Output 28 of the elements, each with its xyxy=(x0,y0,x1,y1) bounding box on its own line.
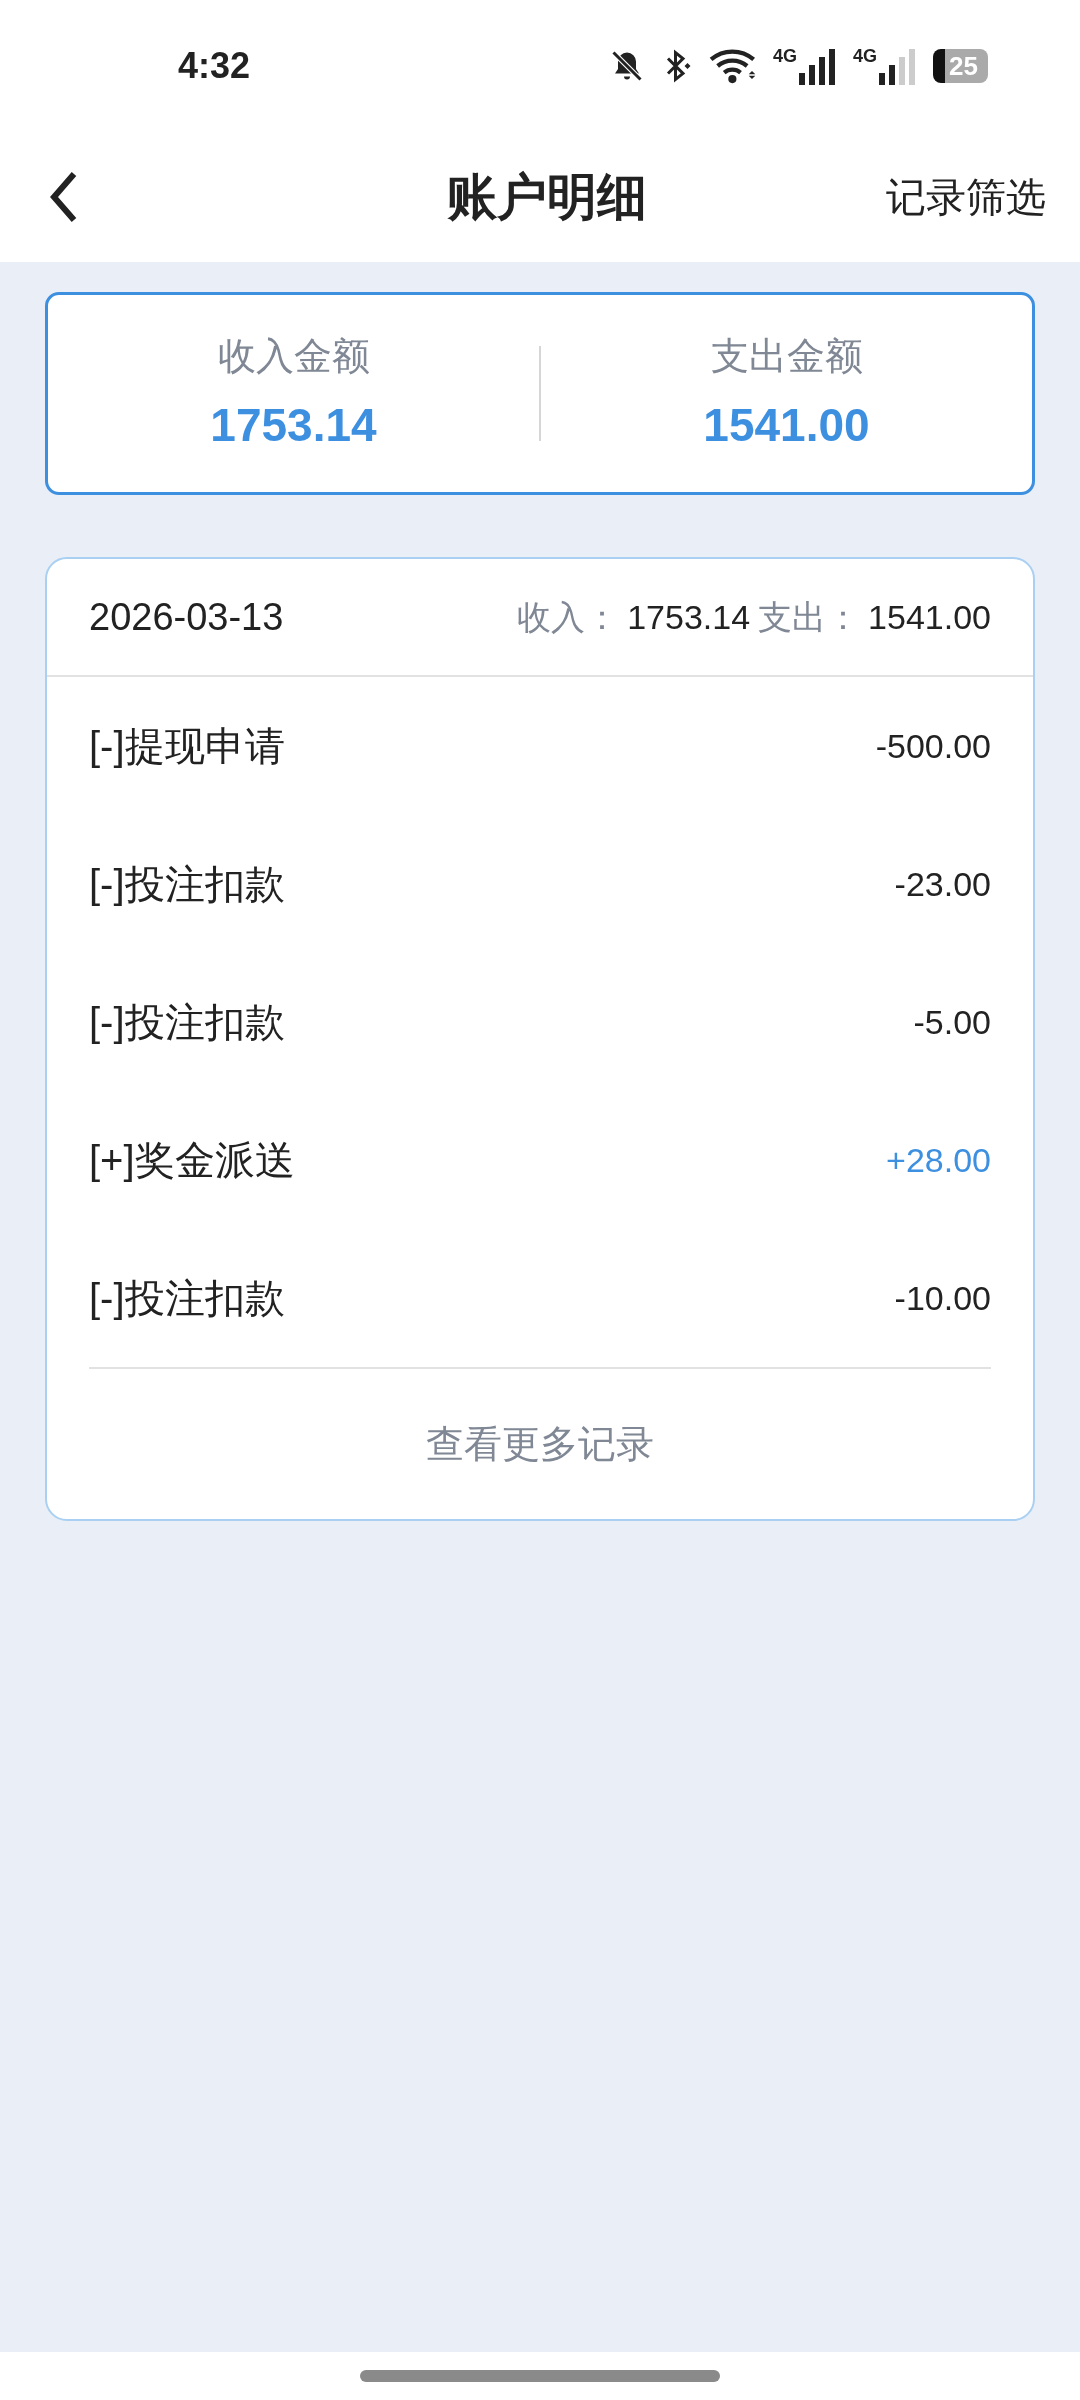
income-total: 1753.14 xyxy=(627,596,751,638)
record-amount: -10.00 xyxy=(894,1277,991,1319)
more-records-link[interactable]: 查看更多记录 xyxy=(420,1414,660,1474)
status-time: 4:32 xyxy=(178,44,251,88)
network-type: 4G xyxy=(773,47,798,65)
record-title: [-]投注扣款 xyxy=(89,861,285,908)
battery-level: 25 xyxy=(933,49,988,83)
summary-amount: 1753.14 xyxy=(210,397,377,453)
expense-total: 1541.00 xyxy=(868,596,991,638)
record-title: [-]投注扣款 xyxy=(89,999,285,1046)
summary-amount: 1541.00 xyxy=(703,397,870,453)
summary-label: 支出金额 xyxy=(710,333,863,379)
record-amount: -500.00 xyxy=(875,725,991,767)
summary-label: 收入金额 xyxy=(217,333,370,379)
back-icon xyxy=(48,170,78,224)
date-label: 2026-03-13 xyxy=(89,594,284,640)
record-amount: -23.00 xyxy=(894,863,991,905)
expense-label: 支出： xyxy=(758,596,861,638)
record-title: [+]奖金派送 xyxy=(89,1137,295,1184)
back-button[interactable] xyxy=(48,170,78,224)
record-amount: -5.00 xyxy=(913,1001,991,1043)
record-title: [-]投注扣款 xyxy=(89,1275,285,1322)
network-type: 4G xyxy=(853,47,878,65)
income-label: 收入： xyxy=(517,596,620,638)
page-title: 账户明细 xyxy=(447,167,647,227)
filter-link[interactable]: 记录筛选 xyxy=(886,167,1046,227)
record-title: [-]提现申请 xyxy=(89,723,285,770)
record-amount: +28.00 xyxy=(886,1139,991,1181)
